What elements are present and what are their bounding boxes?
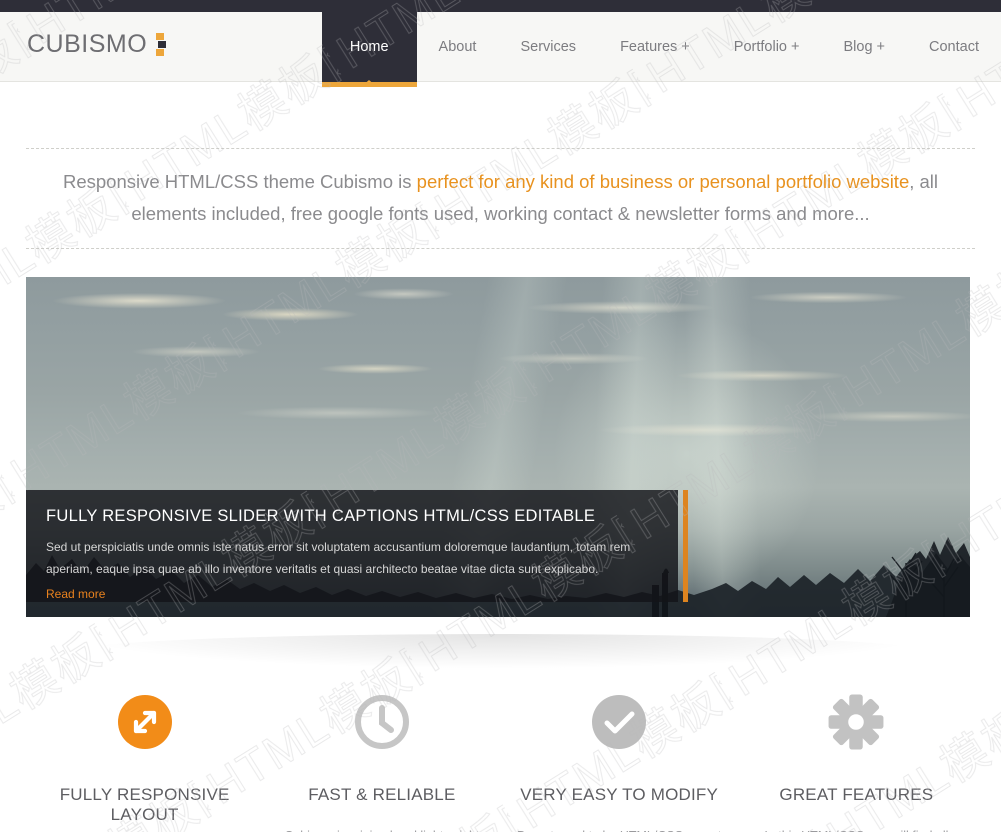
feature-card: FAST & RELIABLE Cubismo is minimal and li… (263, 690, 500, 832)
intro-banner: Responsive HTML/CSS theme Cubismo is per… (26, 148, 975, 249)
page-root: CUBISMO Home About Services Features + Portf… (0, 0, 1001, 832)
nav-item-blog[interactable]: Blog + (821, 12, 907, 82)
clock-icon (275, 690, 488, 754)
cube-logo-icon (156, 33, 165, 59)
feature-title: GREAT FEATURES (750, 785, 963, 805)
nav-item-about[interactable]: About (417, 12, 499, 82)
feature-card: VERY EASY TO MODIFY Do not need to be HTM… (501, 690, 738, 832)
hero-slider[interactable]: FULLY RESPONSIVE SLIDER WITH CAPTIONS HT… (26, 277, 970, 617)
feature-title: FULLY RESPONSIVE LAYOUT (38, 785, 251, 825)
nav-item-contact[interactable]: Contact (907, 12, 1001, 82)
nav-item-features[interactable]: Features + (598, 12, 712, 82)
feature-title: FAST & RELIABLE (275, 785, 488, 805)
feature-card: GREAT FEATURES In this HTML/CSS you will … (738, 690, 975, 832)
intro-lead: Responsive HTML/CSS theme Cubismo is (63, 171, 417, 192)
caption-accent-bar (683, 490, 688, 602)
read-more-link[interactable]: Read more (46, 587, 105, 601)
caption-body: Sed ut perspiciatis unde omnis iste natu… (46, 536, 656, 580)
nav-item-label: Services (520, 39, 576, 55)
features-row: FULLY RESPONSIVE LAYOUTCubismo works wit… (26, 690, 975, 832)
slider-caption: FULLY RESPONSIVE SLIDER WITH CAPTIONS HT… (26, 490, 678, 602)
nav-item-label: Home (350, 39, 389, 55)
intro-text: Responsive HTML/CSS theme Cubismo is per… (26, 166, 975, 230)
check-circle-icon (513, 690, 726, 754)
site-header: CUBISMO Home About Services Features + Portf… (0, 12, 1001, 82)
feature-description: Cubismo is minimal and lightweight (275, 826, 488, 832)
nav-item-label: Features + (620, 39, 690, 55)
nav-item-label: Portfolio + (734, 39, 800, 55)
feature-description: In this HTML/CSS you will find all (750, 826, 963, 832)
slider-shadow (78, 634, 923, 668)
nav-item-label: Blog + (843, 39, 885, 55)
nav-item-label: Contact (929, 39, 979, 55)
logo[interactable]: CUBISMO (27, 30, 165, 59)
feature-description: Do not need to be HTML/CSS expert in (513, 826, 726, 832)
expand-arrows-icon (38, 690, 251, 754)
gear-icon (750, 690, 963, 754)
nav-item-portfolio[interactable]: Portfolio + (712, 12, 822, 82)
logo-text: CUBISMO (27, 30, 147, 59)
feature-title: VERY EASY TO MODIFY (513, 785, 726, 805)
intro-highlight: perfect for any kind of business or pers… (417, 171, 910, 192)
nav-active-arrow-icon (361, 80, 377, 87)
caption-title: FULLY RESPONSIVE SLIDER WITH CAPTIONS HT… (46, 507, 656, 526)
nav-item-home[interactable]: Home (322, 12, 417, 82)
main-nav: Home About Services Features + Portfolio + Bl… (322, 12, 1001, 82)
nav-item-label: About (439, 39, 477, 55)
nav-item-services[interactable]: Services (498, 12, 598, 82)
feature-card: FULLY RESPONSIVE LAYOUTCubismo works wit… (26, 690, 263, 832)
top-bar (0, 0, 1001, 12)
